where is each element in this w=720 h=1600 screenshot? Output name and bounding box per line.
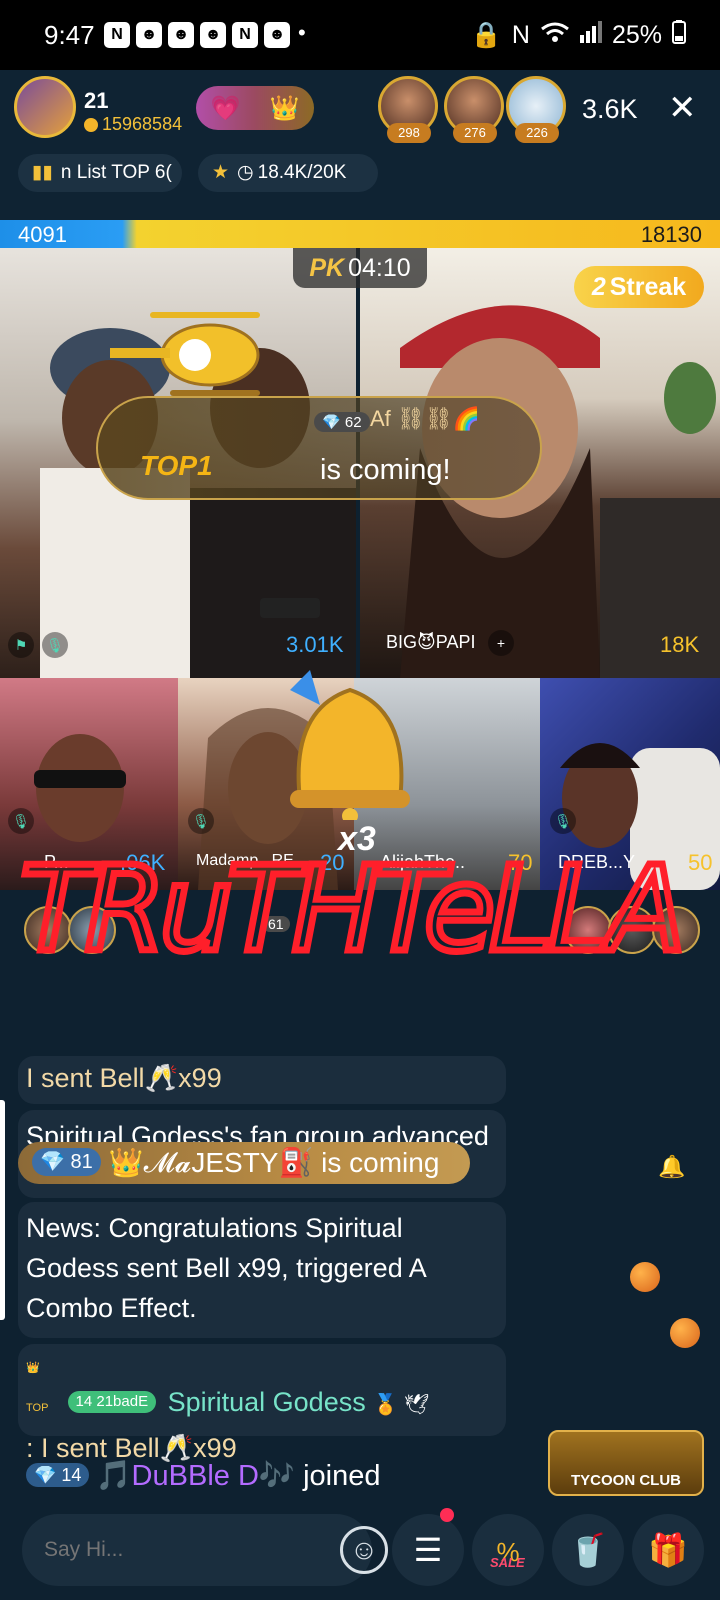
top-viewer-1[interactable]: 298 [378, 76, 438, 143]
flag-icon[interactable]: ⚑ [8, 632, 34, 658]
pk-score-bar: 4091 18130 [0, 220, 720, 248]
pk-left-score: 4091 [18, 222, 67, 247]
notification-icons: N ☻ ☻ ☻ N ☻ [104, 22, 290, 48]
close-icon[interactable]: ✕ [668, 88, 697, 128]
menu-icon[interactable]: ☰ [392, 1514, 464, 1586]
notice-level: 💎 81 [32, 1148, 101, 1176]
battery-percent: 25% [611, 21, 662, 49]
signal-icon [579, 21, 602, 50]
banner-level: 💎 62 [314, 412, 370, 432]
status-bar: 9:47 N ☻ ☻ ☻ N ☻ • 🔒 N 25% [0, 0, 720, 70]
joined-level: 💎 14 [26, 1463, 90, 1487]
notice-text: 👑𝓜𝓪JESTY⛽ is coming [108, 1147, 440, 1178]
host-level: 21 [84, 88, 109, 113]
streak-number: 2 [591, 273, 606, 301]
bell-gift-icon [290, 670, 410, 820]
gift-icon[interactable]: 🎁 [632, 1514, 704, 1586]
more-notifications-dot: • [298, 20, 306, 45]
chart-bars-icon: ▮▮ [32, 162, 53, 183]
banner-message: is coming! [320, 454, 451, 486]
notif-icon: ☻ [200, 22, 226, 48]
status-time: 9:47 [44, 20, 95, 50]
joined-text: joined [303, 1460, 381, 1492]
edge-handle[interactable] [0, 1100, 5, 1320]
watermark-text: TRuTHTeLLA [20, 840, 680, 978]
sender-name[interactable]: Spiritual Godess [168, 1387, 366, 1417]
bottom-toolbar: ☺ ☰ %SALE 🥤 🎁 [0, 1508, 720, 1600]
top-badge-icon: 👑TOP [26, 1362, 49, 1414]
sale-button[interactable]: % SALE [472, 1514, 544, 1586]
viewer-badge: 298 [387, 123, 431, 143]
viewer-badge: 226 [515, 123, 559, 143]
live-header: 21 15968584 💗 👑 298 276 226 3.6K ✕ ▮▮ n L… [0, 70, 720, 220]
gift-goal-pill[interactable]: ★ ◷ 18.4K/20K [198, 154, 378, 192]
wifi-icon [540, 21, 570, 50]
streak-label: Streak [609, 273, 687, 301]
entrance-notice: 💎 81 👑𝓜𝓪JESTY⛽ is coming [18, 1142, 470, 1184]
news-text: News: Congratulations Spiritual Godess s… [26, 1213, 426, 1323]
host-coins-value: 15968584 [102, 114, 183, 134]
top-viewer-3[interactable]: 226 [506, 76, 566, 143]
notif-icon: ☻ [136, 22, 162, 48]
battery-icon [672, 20, 686, 51]
truthtella-watermark: TRuTHTeLLA [17, 837, 690, 982]
banner-user: Af ⛓⛓🌈 [370, 406, 481, 431]
chat-message[interactable]: 👑TOP 14 21badE Spiritual Godess 🏅 🕊 : I … [18, 1344, 506, 1463]
viewer-count[interactable]: 3.6K [582, 94, 638, 125]
cell-right-score: 18K [660, 632, 700, 657]
sender-badge: 14 21badE [67, 1391, 157, 1413]
nfc-icon: N [511, 21, 530, 49]
drink-icon[interactable]: 🥤 [552, 1514, 624, 1586]
pk-timer-value: 04:10 [348, 254, 411, 282]
bomb-float-icon [630, 1262, 660, 1292]
tycoon-label: TYCOON CLUB [571, 1472, 681, 1489]
chat-input-container[interactable]: ☺ [22, 1514, 388, 1586]
top-viewer-2[interactable]: 276 [444, 76, 504, 143]
bell-float-icon: 🔔 [658, 1154, 686, 1179]
star-icon: ★ [212, 162, 230, 183]
clock-icon: ◷ [237, 162, 254, 183]
notif-icon: ☻ [264, 22, 290, 48]
chat-message[interactable]: I sent Bell🥂x99 [18, 1056, 506, 1104]
notif-icon: N [232, 22, 258, 48]
fan-badge-icon: 🏅 🕊 [373, 1394, 430, 1416]
streak-badge: 2 Streak [574, 266, 704, 308]
notif-icon: N [104, 22, 130, 48]
host-coins: 15968584 [84, 114, 182, 135]
banner-rank: TOP1 [140, 450, 213, 481]
lock-icon: 🔒 [470, 21, 502, 49]
sale-label: SALE [490, 1555, 525, 1570]
rank-list-label: n List TOP 6( [60, 162, 172, 183]
joined-notice: 💎 14 🎵DuBBle D🎶 joined [18, 1448, 388, 1504]
mic-icon[interactable]: 🎙 [42, 632, 68, 658]
tycoon-club-button[interactable]: TYCOON CLUB [548, 1430, 704, 1496]
coin-icon [84, 118, 98, 132]
chat-cutoff-line [24, 1034, 494, 1044]
pk-timer: PK 04:10 [293, 248, 427, 288]
joined-user[interactable]: 🎵DuBBle D🎶 [95, 1460, 295, 1492]
host-avatar[interactable] [14, 76, 76, 138]
chat-input[interactable] [44, 1532, 304, 1568]
chat-text: I sent Bell🥂x99 [26, 1063, 222, 1093]
pk-right-score: 18130 [640, 222, 702, 247]
follow-plus-icon[interactable]: + [488, 630, 514, 656]
system-tray: 🔒 N 25% [471, 20, 686, 51]
pk-label: PK [309, 254, 345, 282]
gift-goal-label: 18.4K/20K [257, 162, 347, 183]
crown-add-icon[interactable]: 👑 [270, 94, 300, 123]
notif-icon: ☻ [168, 22, 194, 48]
news-message[interactable]: News: Congratulations Spiritual Godess s… [18, 1202, 506, 1338]
bomb-float-icon [670, 1318, 700, 1348]
notification-dot [440, 1508, 454, 1522]
helicopter-icon [110, 312, 260, 396]
rank-list-pill[interactable]: ▮▮ n List TOP 6( [18, 154, 182, 192]
viewer-badge: 276 [453, 123, 497, 143]
follow-buttons[interactable]: 💗 👑 [196, 86, 314, 130]
heart-add-icon[interactable]: 💗 [211, 94, 241, 123]
emoji-icon[interactable]: ☺ [340, 1526, 388, 1574]
